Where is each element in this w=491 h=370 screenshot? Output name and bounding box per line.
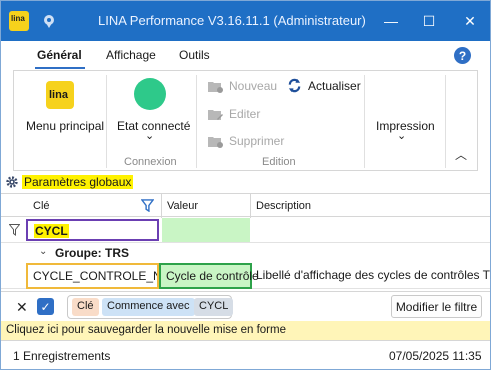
filter-active-icon[interactable] <box>141 199 154 212</box>
filter-chip-field[interactable]: Clé <box>72 298 99 316</box>
tab-general[interactable]: Général <box>37 48 82 62</box>
status-datetime: 07/05/2025 11:35 <box>389 349 482 363</box>
filter-chip-operator[interactable]: Commence avec <box>102 298 195 316</box>
maximize-icon: ☐ <box>422 12 436 29</box>
chevron-down-icon: ⌄ <box>397 130 407 142</box>
app-icon-text: lina <box>11 14 25 23</box>
chevron-down-icon: ⌄ <box>145 130 155 142</box>
section-title: Paramètres globaux <box>22 175 134 189</box>
filter-row-icon <box>9 224 20 236</box>
close-icon: ✕ <box>464 12 476 29</box>
column-header-cle[interactable]: Clé <box>33 200 50 212</box>
section-header: Paramètres globaux <box>5 173 134 191</box>
nouveau-label: Nouveau <box>229 79 278 93</box>
lina-logo-text: lina <box>49 89 68 101</box>
close-button[interactable]: ✕ <box>450 1 490 41</box>
nouveau-button[interactable]: Nouveau <box>207 79 277 93</box>
gear-icon <box>6 176 18 188</box>
collapse-ribbon-button[interactable]: ︿ <box>455 146 467 163</box>
save-layout-bar[interactable]: Cliquez ici pour sauvegarder la nouvelle… <box>1 321 490 340</box>
modify-filter-button[interactable]: Modifier le filtre <box>391 295 482 318</box>
folder-delete-icon <box>208 136 223 148</box>
group-label-edition: Edition <box>262 156 296 168</box>
active-tab-indicator <box>35 67 85 69</box>
grid-header: Clé Valeur Description <box>1 193 490 218</box>
maximize-button[interactable]: ☐ <box>409 1 449 41</box>
supprimer-button[interactable]: Supprimer <box>207 134 284 148</box>
filter-row: CYCL <box>1 217 490 243</box>
filter-chip-value[interactable]: CYCL <box>194 298 234 316</box>
column-divider[interactable] <box>161 194 162 218</box>
lina-logo-icon: lina <box>46 81 74 109</box>
ribbon-separator <box>445 75 446 168</box>
table-row[interactable]: CYCLE_CONTROLE_NOM Cycle de contrôle Lib… <box>1 263 491 289</box>
editer-label: Editer <box>229 107 261 121</box>
tab-outils[interactable]: Outils <box>179 48 210 62</box>
actualiser-label: Actualiser <box>308 78 361 93</box>
filter-bar: ✕ ✓ Clé Commence avec CYCL Modifier le f… <box>1 291 490 321</box>
lina-app-icon: lina <box>9 11 29 31</box>
column-header-description[interactable]: Description <box>256 200 311 212</box>
filter-expression[interactable]: Clé Commence avec CYCL <box>67 295 234 319</box>
menu-principal-label: Menu principal <box>26 119 105 133</box>
help-icon[interactable]: ? <box>454 47 471 64</box>
column-divider[interactable] <box>250 194 251 218</box>
ribbon-tabs: Général Affichage Outils ? <box>1 41 490 69</box>
group-label-connexion: Connexion <box>124 156 177 168</box>
cell-value[interactable]: Cycle de contrôle <box>159 263 259 289</box>
group-row[interactable]: ⌄ Groupe: TRS <box>1 243 490 263</box>
location-pin-icon[interactable] <box>41 13 57 29</box>
minimize-button[interactable]: — <box>371 1 411 41</box>
chevron-down-icon[interactable]: ⌄ <box>39 246 47 257</box>
connection-status-indicator <box>134 78 166 110</box>
minimize-icon: — <box>384 13 398 29</box>
actualiser-button[interactable]: Actualiser <box>287 78 361 93</box>
refresh-icon <box>288 78 301 93</box>
app-window: lina LINA Performance V3.16.11.1 (Admini… <box>0 0 491 370</box>
key-filter-input[interactable]: CYCL <box>26 219 159 241</box>
tab-affichage[interactable]: Affichage <box>106 48 156 62</box>
value-filter-input[interactable] <box>162 218 250 242</box>
editer-button[interactable]: Editer <box>207 107 260 121</box>
filter-enabled-checkbox[interactable]: ✓ <box>37 298 54 315</box>
window-title: LINA Performance V3.16.11.1 (Administrat… <box>98 13 366 28</box>
cell-key[interactable]: CYCLE_CONTROLE_NOM <box>26 263 159 289</box>
record-count: 1 Enregistrements <box>13 349 111 363</box>
ribbon-panel: lina Menu principal Etat connecté ⌄ Conn… <box>13 70 478 171</box>
clear-filter-icon[interactable]: ✕ <box>16 299 28 316</box>
status-bar: 1 Enregistrements 07/05/2025 11:35 <box>1 340 490 369</box>
supprimer-label: Supprimer <box>229 134 285 148</box>
folder-edit-icon <box>208 109 223 120</box>
ribbon-separator <box>196 75 197 168</box>
group-title: Groupe: TRS <box>55 246 129 260</box>
ribbon-separator <box>364 75 365 168</box>
key-filter-value: CYCL <box>34 224 69 238</box>
column-header-valeur[interactable]: Valeur <box>167 200 198 212</box>
ribbon-separator <box>106 75 107 168</box>
title-bar[interactable]: lina LINA Performance V3.16.11.1 (Admini… <box>1 1 490 41</box>
cell-description[interactable]: Libellé d'affichage des cycles de contrô… <box>256 268 491 282</box>
folder-add-icon <box>208 81 223 93</box>
